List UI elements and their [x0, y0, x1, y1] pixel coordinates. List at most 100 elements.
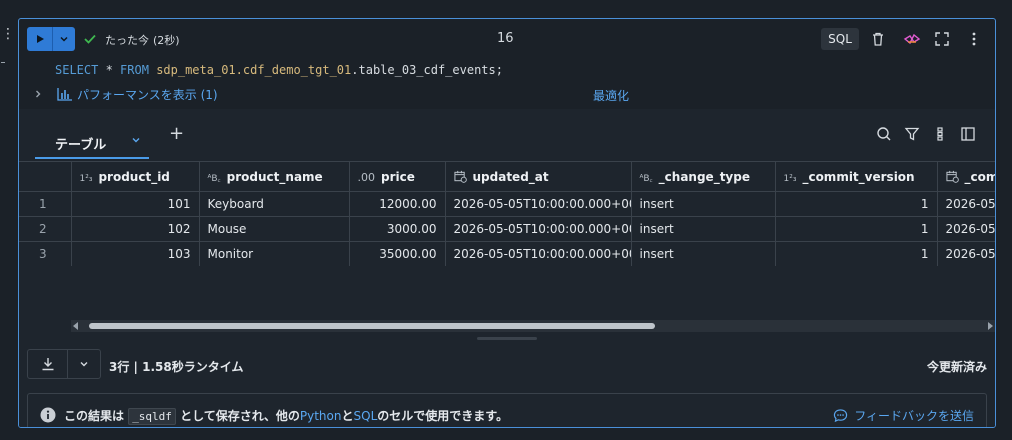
cell-change-type[interactable]: insert — [631, 191, 776, 217]
columns-icon — [937, 127, 943, 141]
columns-button[interactable] — [931, 125, 949, 143]
sql-code-line[interactable]: SELECT * FROM sdp_meta_01.cdf_demo_tgt_0… — [55, 63, 503, 77]
add-tab-button[interactable]: + — [169, 123, 184, 144]
results-panel: テーブル + 1²₃ product_id ᴬB꜀ product_name .… — [19, 109, 995, 427]
table-row[interactable]: 3 103 Monitor 35000.00 2026-05-05T10:00:… — [19, 241, 995, 266]
cell-updated-at[interactable]: 2026-05-05T10:00:00.000+00:... — [445, 241, 632, 266]
refresh-status: 今更新済み — [926, 360, 987, 374]
cell-price[interactable]: 12000.00 — [349, 191, 446, 217]
keyword-from: FROM — [120, 63, 149, 77]
column-header-price[interactable]: .00 price — [349, 161, 446, 192]
run-button-group[interactable] — [27, 27, 75, 51]
string-type-icon: ᴬB꜀ — [207, 173, 221, 184]
cell-updated-at[interactable]: 2026-05-05T10:00:00.000+00:... — [445, 191, 632, 217]
python-link[interactable]: Python — [300, 409, 342, 423]
chevron-down-icon — [80, 362, 88, 367]
cell-product-name[interactable]: Monitor — [199, 241, 350, 266]
chevron-right-icon — [36, 90, 41, 98]
run-options-button[interactable] — [53, 27, 75, 51]
column-header-product-name[interactable]: ᴬB꜀ product_name — [199, 161, 350, 192]
run-button[interactable] — [27, 27, 53, 51]
table-row[interactable]: 1 101 Keyboard 12000.00 2026-05-05T10:00… — [19, 191, 995, 217]
feedback-link[interactable]: フィードバックを送信 — [833, 407, 974, 424]
integer-type-icon: 1²₃ — [783, 173, 797, 184]
cell-commit-timestamp[interactable]: 2026-05- — [937, 241, 995, 266]
calendar-clock-icon — [945, 170, 959, 184]
assistant-icon — [903, 33, 921, 45]
language-selector[interactable]: SQL — [821, 28, 859, 50]
bar-chart-icon — [57, 88, 72, 101]
results-tabs: テーブル + — [19, 109, 995, 159]
cell-commit-timestamp[interactable]: 2026-05- — [937, 191, 995, 217]
gutter-tick — [1, 62, 5, 63]
tab-table[interactable]: テーブル — [35, 119, 149, 159]
scroll-right-icon[interactable] — [988, 322, 993, 330]
side-panel-button[interactable] — [959, 125, 977, 143]
filter-icon — [904, 127, 920, 141]
horizontal-scrollbar[interactable] — [71, 320, 995, 332]
chat-bubble-icon — [834, 409, 848, 423]
cell-commit-timestamp[interactable]: 2026-05- — [937, 216, 995, 242]
decimal-type-icon: .00 — [357, 170, 376, 184]
chevron-down-icon — [60, 36, 68, 42]
active-tab-indicator — [35, 157, 149, 159]
play-icon — [36, 35, 44, 43]
cell-price[interactable]: 3000.00 — [349, 216, 446, 242]
trash-icon — [873, 32, 883, 46]
sqldf-variable: _sqldf — [128, 408, 176, 425]
table-suffix: .table_03_cdf_events; — [351, 63, 503, 77]
filter-button[interactable] — [903, 125, 921, 143]
download-button[interactable] — [28, 350, 68, 378]
info-banner: この結果は _sqldf として保存され、他のPythonとSQLのセルで使用で… — [27, 393, 987, 427]
check-icon — [84, 34, 96, 44]
performance-link[interactable]: パフォーマンスを表示 (1) — [77, 86, 218, 103]
assistant-button[interactable] — [903, 30, 921, 48]
search-icon — [877, 127, 891, 141]
calendar-clock-icon — [453, 170, 467, 184]
cell-commit-version[interactable]: 1 — [775, 216, 938, 242]
cell-product-name[interactable]: Mouse — [199, 216, 350, 242]
cell-updated-at[interactable]: 2026-05-05T10:00:00.000+00:... — [445, 216, 632, 242]
resize-handle[interactable] — [477, 337, 537, 340]
cell-product-id[interactable]: 101 — [71, 191, 200, 217]
sql-link[interactable]: SQL — [354, 409, 378, 423]
column-header-change-type[interactable]: ᴬB꜀ _change_type — [631, 161, 776, 192]
results-table[interactable]: 1²₃ product_id ᴬB꜀ product_name .00 price u… — [19, 161, 995, 266]
cell-product-id[interactable]: 103 — [71, 241, 200, 266]
table-row[interactable]: 2 102 Mouse 3000.00 2026-05-05T10:00:00.… — [19, 216, 995, 242]
cell-number: 16 — [497, 31, 514, 46]
fullscreen-button[interactable] — [933, 30, 951, 48]
scrollbar-thumb[interactable] — [89, 323, 655, 329]
notebook-cell[interactable]: たった今 (2秒) 16 SQL SELECT * FROM sdp_meta_… — [18, 18, 996, 428]
run-duration: (2秒) — [153, 34, 180, 47]
download-options-button[interactable] — [68, 350, 100, 378]
select-star: * — [98, 63, 121, 77]
cell-change-type[interactable]: insert — [631, 241, 776, 266]
kebab-menu-icon — [972, 32, 976, 46]
cell-change-type[interactable]: insert — [631, 216, 776, 242]
cell-commit-version[interactable]: 1 — [775, 191, 938, 217]
row-number-header — [19, 161, 72, 192]
info-icon — [40, 407, 56, 423]
optimize-link[interactable]: 最適化 — [593, 87, 629, 104]
string-type-icon: ᴬB꜀ — [639, 173, 653, 184]
cell-product-name[interactable]: Keyboard — [199, 191, 350, 217]
drag-handle-icon[interactable]: ⋮ — [1, 27, 15, 41]
search-button[interactable] — [875, 125, 893, 143]
cell-product-id[interactable]: 102 — [71, 216, 200, 242]
download-button-group[interactable] — [27, 349, 101, 379]
chevron-down-icon[interactable] — [131, 135, 141, 145]
column-header-commit-timestamp[interactable]: _com — [937, 161, 995, 192]
more-menu-button[interactable] — [965, 30, 983, 48]
performance-toggle[interactable]: パフォーマンスを表示 (1) — [33, 85, 218, 103]
scroll-left-icon[interactable] — [73, 322, 78, 330]
header-row: 1²₃ product_id ᴬB꜀ product_name .00 price u… — [19, 161, 995, 192]
cell-price[interactable]: 35000.00 — [349, 241, 446, 266]
side-panel-icon — [961, 127, 975, 141]
delete-button[interactable] — [869, 30, 887, 48]
cell-commit-version[interactable]: 1 — [775, 241, 938, 266]
row-number: 3 — [19, 241, 72, 266]
column-header-updated-at[interactable]: updated_at — [445, 161, 632, 192]
column-header-commit-version[interactable]: 1²₃ _commit_version — [775, 161, 938, 192]
column-header-product-id[interactable]: 1²₃ product_id — [71, 161, 200, 192]
